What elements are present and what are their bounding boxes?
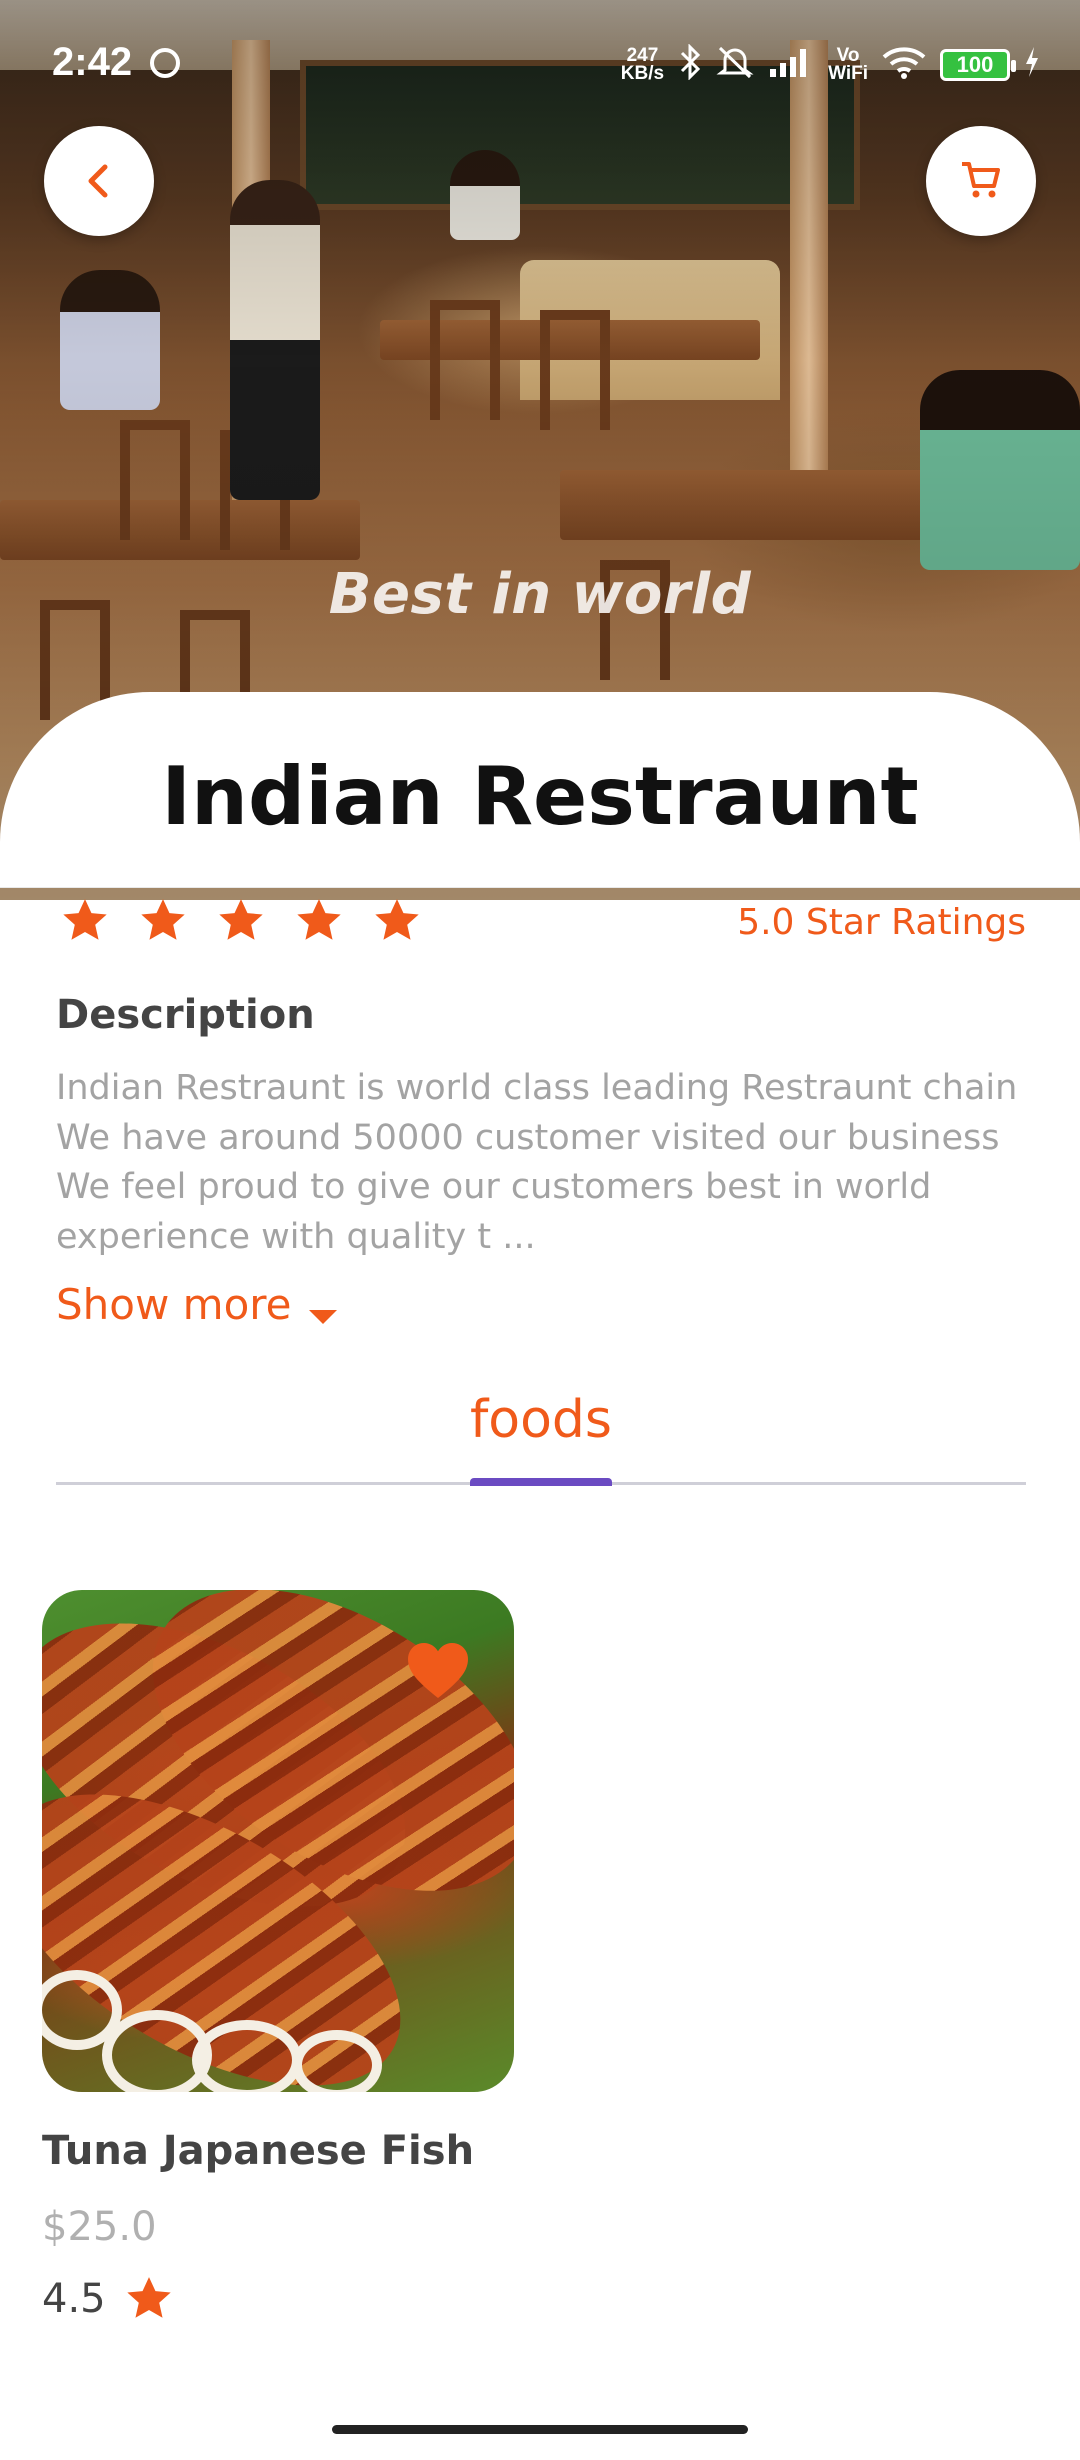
star-icon: [216, 896, 266, 946]
muted-bell-icon: [716, 44, 754, 86]
tab-active-indicator: [470, 1478, 612, 1486]
star-icon: [294, 896, 344, 946]
bluetooth-icon: [678, 43, 702, 86]
home-indicator[interactable]: [332, 2425, 748, 2434]
sync-status-icon: [150, 48, 180, 78]
food-rating-value: 4.5: [42, 2276, 106, 2322]
wifi-icon: [882, 45, 926, 85]
rating-text: 5.0 Star Ratings: [737, 902, 1026, 943]
heart-icon[interactable]: [406, 1640, 470, 1700]
charging-icon: [1024, 47, 1040, 83]
caret-down-icon: [309, 1309, 338, 1324]
shopping-cart-icon: [962, 162, 1000, 198]
food-card[interactable]: Tuna Japanese Fish $25.0 4.5: [42, 1590, 514, 2324]
food-name: Tuna Japanese Fish: [42, 2128, 475, 2174]
vowifi-label: Vo WiFi: [828, 45, 868, 84]
status-time: 2:42: [52, 40, 133, 84]
battery-indicator: 100: [940, 49, 1016, 81]
show-more-button[interactable]: Show more: [56, 1280, 338, 1329]
description-heading: Description: [56, 992, 315, 1038]
food-rating: 4.5: [42, 2274, 514, 2324]
star-icon: [126, 2277, 171, 2318]
restaurant-name: Indian Restraunt: [161, 750, 919, 843]
rating-row: 5.0 Star Ratings: [56, 890, 1026, 950]
chevron-left-icon: [88, 164, 108, 198]
food-price: $25.0: [42, 2204, 157, 2250]
category-tabs: foods: [56, 1380, 1026, 1490]
star-rating: [60, 896, 422, 946]
star-icon: [372, 896, 422, 946]
status-bar: 2:42 247 KB/s Vo WiFi 100: [0, 0, 1080, 120]
star-icon: [138, 896, 188, 946]
star-icon: [60, 896, 110, 946]
show-more-label: Show more: [56, 1280, 292, 1329]
hero-tagline: Best in world: [328, 562, 752, 627]
cart-button[interactable]: [926, 126, 1036, 236]
cell-signal-icon: [768, 45, 814, 85]
description-text: Indian Restraunt is world class leading …: [56, 1068, 1018, 1257]
back-button[interactable]: [44, 126, 154, 236]
network-speed: 247 KB/s: [620, 45, 665, 84]
food-image: [42, 1590, 514, 2092]
tab-foods[interactable]: foods: [56, 1390, 1026, 1450]
